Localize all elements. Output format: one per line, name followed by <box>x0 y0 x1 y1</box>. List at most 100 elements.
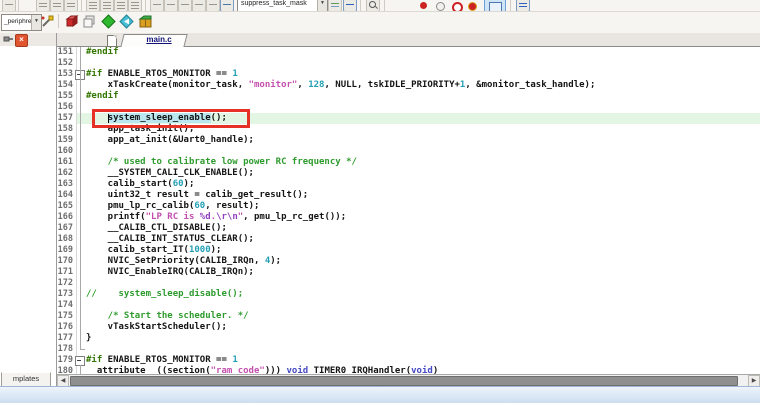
fold-margin[interactable] <box>77 124 86 135</box>
uncomment-icon[interactable] <box>128 0 142 12</box>
line-number[interactable]: 155 <box>57 91 77 102</box>
outdent-icon[interactable] <box>100 0 114 12</box>
line-number[interactable]: 178 <box>57 344 77 355</box>
no-entry-icon[interactable] <box>452 2 463 12</box>
toolbar-icon-cropped[interactable] <box>2 0 16 12</box>
line-number[interactable]: 151 <box>57 47 77 58</box>
green-diamond-icon[interactable] <box>101 14 116 29</box>
fold-margin[interactable] <box>77 333 86 344</box>
fold-margin[interactable] <box>77 278 86 289</box>
pushpin-icon[interactable] <box>2 34 14 46</box>
blue-arrow-icon[interactable] <box>343 0 357 12</box>
fold-margin[interactable] <box>77 113 86 124</box>
fold-margin[interactable] <box>77 69 86 80</box>
line-number[interactable]: 164 <box>57 190 77 201</box>
fold-margin[interactable] <box>77 146 86 157</box>
fold-margin[interactable] <box>77 168 86 179</box>
toolbar-icon-cropped[interactable] <box>192 0 206 12</box>
fold-margin[interactable] <box>77 311 86 322</box>
fold-margin[interactable] <box>77 212 86 223</box>
fold-margin[interactable] <box>77 179 86 190</box>
line-number[interactable]: 180 <box>57 366 77 374</box>
comment-icon[interactable] <box>114 0 128 12</box>
fold-margin[interactable] <box>77 47 86 58</box>
chevron-down-icon[interactable]: ▼ <box>317 0 327 11</box>
templates-tab[interactable]: mplates <box>1 372 51 387</box>
line-number[interactable]: 163 <box>57 179 77 190</box>
line-number[interactable]: 179 <box>57 355 77 366</box>
line-number[interactable]: 174 <box>57 300 77 311</box>
fold-margin[interactable] <box>77 58 86 69</box>
toolbar-icon-cropped[interactable] <box>178 0 192 12</box>
fold-margin[interactable] <box>77 322 86 333</box>
fold-margin[interactable] <box>77 80 86 91</box>
highlighted-word[interactable]: system_sleep_enable <box>108 113 211 123</box>
blue-tool-icon[interactable] <box>516 0 530 12</box>
fold-margin[interactable] <box>77 289 86 300</box>
line-number[interactable]: 173 <box>57 289 77 300</box>
pressed-panel-icon[interactable] <box>484 0 506 12</box>
breakpoint-icon[interactable] <box>468 2 477 11</box>
fold-margin[interactable] <box>77 355 86 366</box>
gray-dot-icon[interactable] <box>436 2 445 11</box>
find-in-files-icon[interactable] <box>220 0 234 12</box>
tab-main-c-label[interactable]: main.c <box>129 34 189 46</box>
line-number[interactable]: 165 <box>57 201 77 212</box>
toolbar-icon-cropped[interactable] <box>150 0 164 12</box>
picture-icon[interactable] <box>328 0 342 12</box>
fold-margin[interactable] <box>77 234 86 245</box>
line-number[interactable]: 172 <box>57 278 77 289</box>
line-number[interactable]: 156 <box>57 102 77 113</box>
red-dot-icon[interactable] <box>420 2 427 9</box>
line-number[interactable]: 167 <box>57 223 77 234</box>
fold-collapse-box[interactable] <box>75 356 85 366</box>
magnifier-icon[interactable] <box>366 0 380 12</box>
fold-margin[interactable] <box>77 256 86 267</box>
fold-collapse-box[interactable] <box>75 70 85 80</box>
line-number[interactable]: 166 <box>57 212 77 223</box>
fold-margin[interactable] <box>77 157 86 168</box>
fold-margin[interactable] <box>77 267 86 278</box>
toolbar-icon-cropped[interactable] <box>164 0 178 12</box>
fold-margin[interactable] <box>77 201 86 212</box>
cyan-diamond-icon[interactable] <box>119 14 134 29</box>
line-number[interactable]: 177 <box>57 333 77 344</box>
fold-margin[interactable] <box>77 366 86 374</box>
toolbar-icon-cropped[interactable] <box>206 0 220 12</box>
line-number[interactable]: 162 <box>57 168 77 179</box>
line-number[interactable]: 161 <box>57 157 77 168</box>
line-number[interactable]: 168 <box>57 234 77 245</box>
bookmark-clear-icon[interactable] <box>64 0 78 12</box>
fold-margin[interactable] <box>77 102 86 113</box>
scrollbar-thumb[interactable] <box>70 376 738 386</box>
fold-margin[interactable] <box>77 190 86 201</box>
options-wand-icon[interactable] <box>40 14 55 29</box>
line-number[interactable]: 170 <box>57 256 77 267</box>
copy-stack-icon[interactable] <box>82 14 97 29</box>
find-combobox[interactable]: suppress_task_mask ▼ <box>237 0 328 12</box>
line-number[interactable]: 169 <box>57 245 77 256</box>
fold-margin[interactable] <box>77 223 86 234</box>
line-number[interactable]: 154 <box>57 80 77 91</box>
bookmark-next-icon[interactable] <box>50 0 64 12</box>
line-number[interactable]: 160 <box>57 146 77 157</box>
bookmark-icon[interactable] <box>36 0 50 12</box>
fold-margin[interactable] <box>77 245 86 256</box>
download-brick-icon[interactable] <box>64 14 79 29</box>
close-icon[interactable]: × <box>15 34 28 47</box>
line-number[interactable]: 152 <box>57 58 77 69</box>
target-select[interactable]: _periphreal_re ▼ <box>1 14 42 31</box>
line-number[interactable]: 158 <box>57 124 77 135</box>
pack-box-icon[interactable] <box>138 14 153 29</box>
indent-icon[interactable] <box>86 0 100 12</box>
line-number[interactable]: 153 <box>57 69 77 80</box>
line-number[interactable]: 176 <box>57 322 77 333</box>
line-number[interactable]: 175 <box>57 311 77 322</box>
line-number[interactable]: 157 <box>57 113 77 124</box>
line-number[interactable]: 159 <box>57 135 77 146</box>
code-editor[interactable]: 151#endif152153#if ENABLE_RTOS_MONITOR =… <box>57 47 760 374</box>
fold-margin[interactable] <box>77 135 86 146</box>
line-number[interactable]: 171 <box>57 267 77 278</box>
fold-margin[interactable] <box>77 91 86 102</box>
fold-margin[interactable] <box>77 300 86 311</box>
